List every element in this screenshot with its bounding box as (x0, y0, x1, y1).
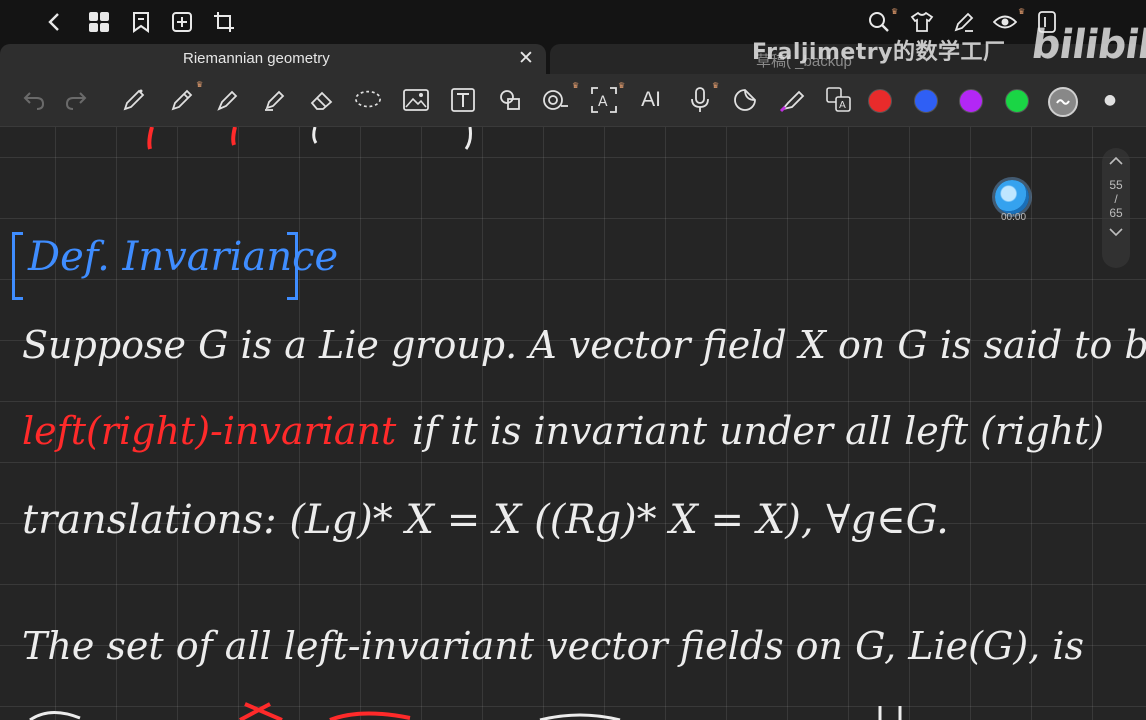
shapes-icon[interactable] (496, 86, 524, 114)
ocr-icon[interactable]: A (590, 86, 618, 114)
add-page-icon[interactable] (169, 9, 195, 35)
body-line-4: The set of all left-invariant vector fie… (22, 624, 1084, 668)
color-swatch-green[interactable] (1005, 89, 1029, 113)
premium-crown-icon: ♛ (572, 81, 580, 90)
lasso-icon[interactable] (354, 86, 382, 114)
sticker-icon[interactable] (731, 86, 759, 114)
tab-riemannian-geometry[interactable]: Riemannian geometry ✕ (0, 44, 546, 74)
svg-text:A: A (839, 100, 846, 111)
next-line-strokes (29, 702, 902, 720)
pen-icon[interactable] (951, 9, 977, 35)
pen-icon[interactable] (120, 86, 148, 114)
premium-crown-icon: ♛ (712, 81, 720, 90)
svg-text:A: A (598, 94, 608, 110)
image-icon[interactable] (402, 86, 430, 114)
close-icon[interactable]: ✕ (518, 47, 534, 69)
color-swatch-purple[interactable] (959, 89, 983, 113)
color-swatch-gray[interactable] (1048, 87, 1078, 117)
grid-icon[interactable] (86, 9, 112, 35)
laser-pointer-icon[interactable] (778, 86, 806, 114)
eraser-icon[interactable] (308, 86, 336, 114)
heading-left-bracket (12, 232, 23, 300)
body-line-3: translations: (Lg)* X = X ((Rg)* X = X),… (22, 497, 949, 543)
body-line-1: Suppose G is a Lie group. A vector field… (22, 323, 1146, 367)
highlighter-icon[interactable] (261, 86, 289, 114)
shirt-icon[interactable] (909, 9, 935, 35)
tab-label: Riemannian geometry (183, 50, 330, 67)
premium-crown-icon: ♛ (196, 80, 204, 89)
crop-icon[interactable] (211, 9, 237, 35)
redo-icon[interactable] (62, 86, 90, 114)
premium-crown-icon: ♛ (1018, 7, 1026, 16)
note-canvas[interactable]: Def. Invariance Suppose G is a Lie group… (0, 127, 1146, 720)
eye-icon[interactable] (992, 9, 1018, 35)
pencil-icon[interactable] (168, 86, 196, 114)
current-page: 55 (1109, 178, 1123, 192)
uploader-watermark: Fraljimetry的数学工厂 (752, 40, 1006, 65)
undo-icon[interactable] (20, 86, 48, 114)
ai-icon[interactable]: AI (637, 86, 665, 114)
body-line-2-rest: if it is invariant under all left (right… (412, 409, 1105, 453)
heading-right-bracket (287, 232, 298, 300)
premium-crown-icon: ♛ (618, 81, 626, 90)
text-icon[interactable] (449, 86, 477, 114)
color-swatch-red[interactable] (868, 89, 892, 113)
recording-icon[interactable] (995, 180, 1029, 214)
translate-icon[interactable]: A (825, 86, 853, 114)
body-line-2-highlight: left(right)-invariant (22, 409, 397, 453)
drawing-toolbar: ♛ ♛ A ♛ AI ♛ A ● (0, 74, 1146, 127)
mic-icon[interactable] (686, 86, 714, 114)
bookmark-icon[interactable] (128, 9, 154, 35)
page-up-chevron-icon[interactable] (1102, 154, 1130, 168)
color-swatch-blue[interactable] (914, 89, 938, 113)
page-down-chevron-icon[interactable] (1102, 226, 1130, 240)
premium-crown-icon: ♛ (891, 7, 899, 16)
page-separator: / (1114, 192, 1118, 206)
recording-time: 00:00 (1001, 212, 1027, 223)
search-icon[interactable] (866, 9, 892, 35)
total-pages: 65 (1109, 206, 1123, 220)
bilibili-logo: bilibili (1028, 22, 1146, 68)
page-indicator[interactable]: 55 / 65 (1102, 148, 1130, 268)
previous-line-strokes (147, 127, 472, 150)
fine-pen-icon[interactable] (214, 86, 242, 114)
tape-icon[interactable] (542, 86, 570, 114)
back-chevron-icon[interactable] (42, 9, 68, 35)
more-dot-icon[interactable]: ● (1096, 86, 1124, 114)
